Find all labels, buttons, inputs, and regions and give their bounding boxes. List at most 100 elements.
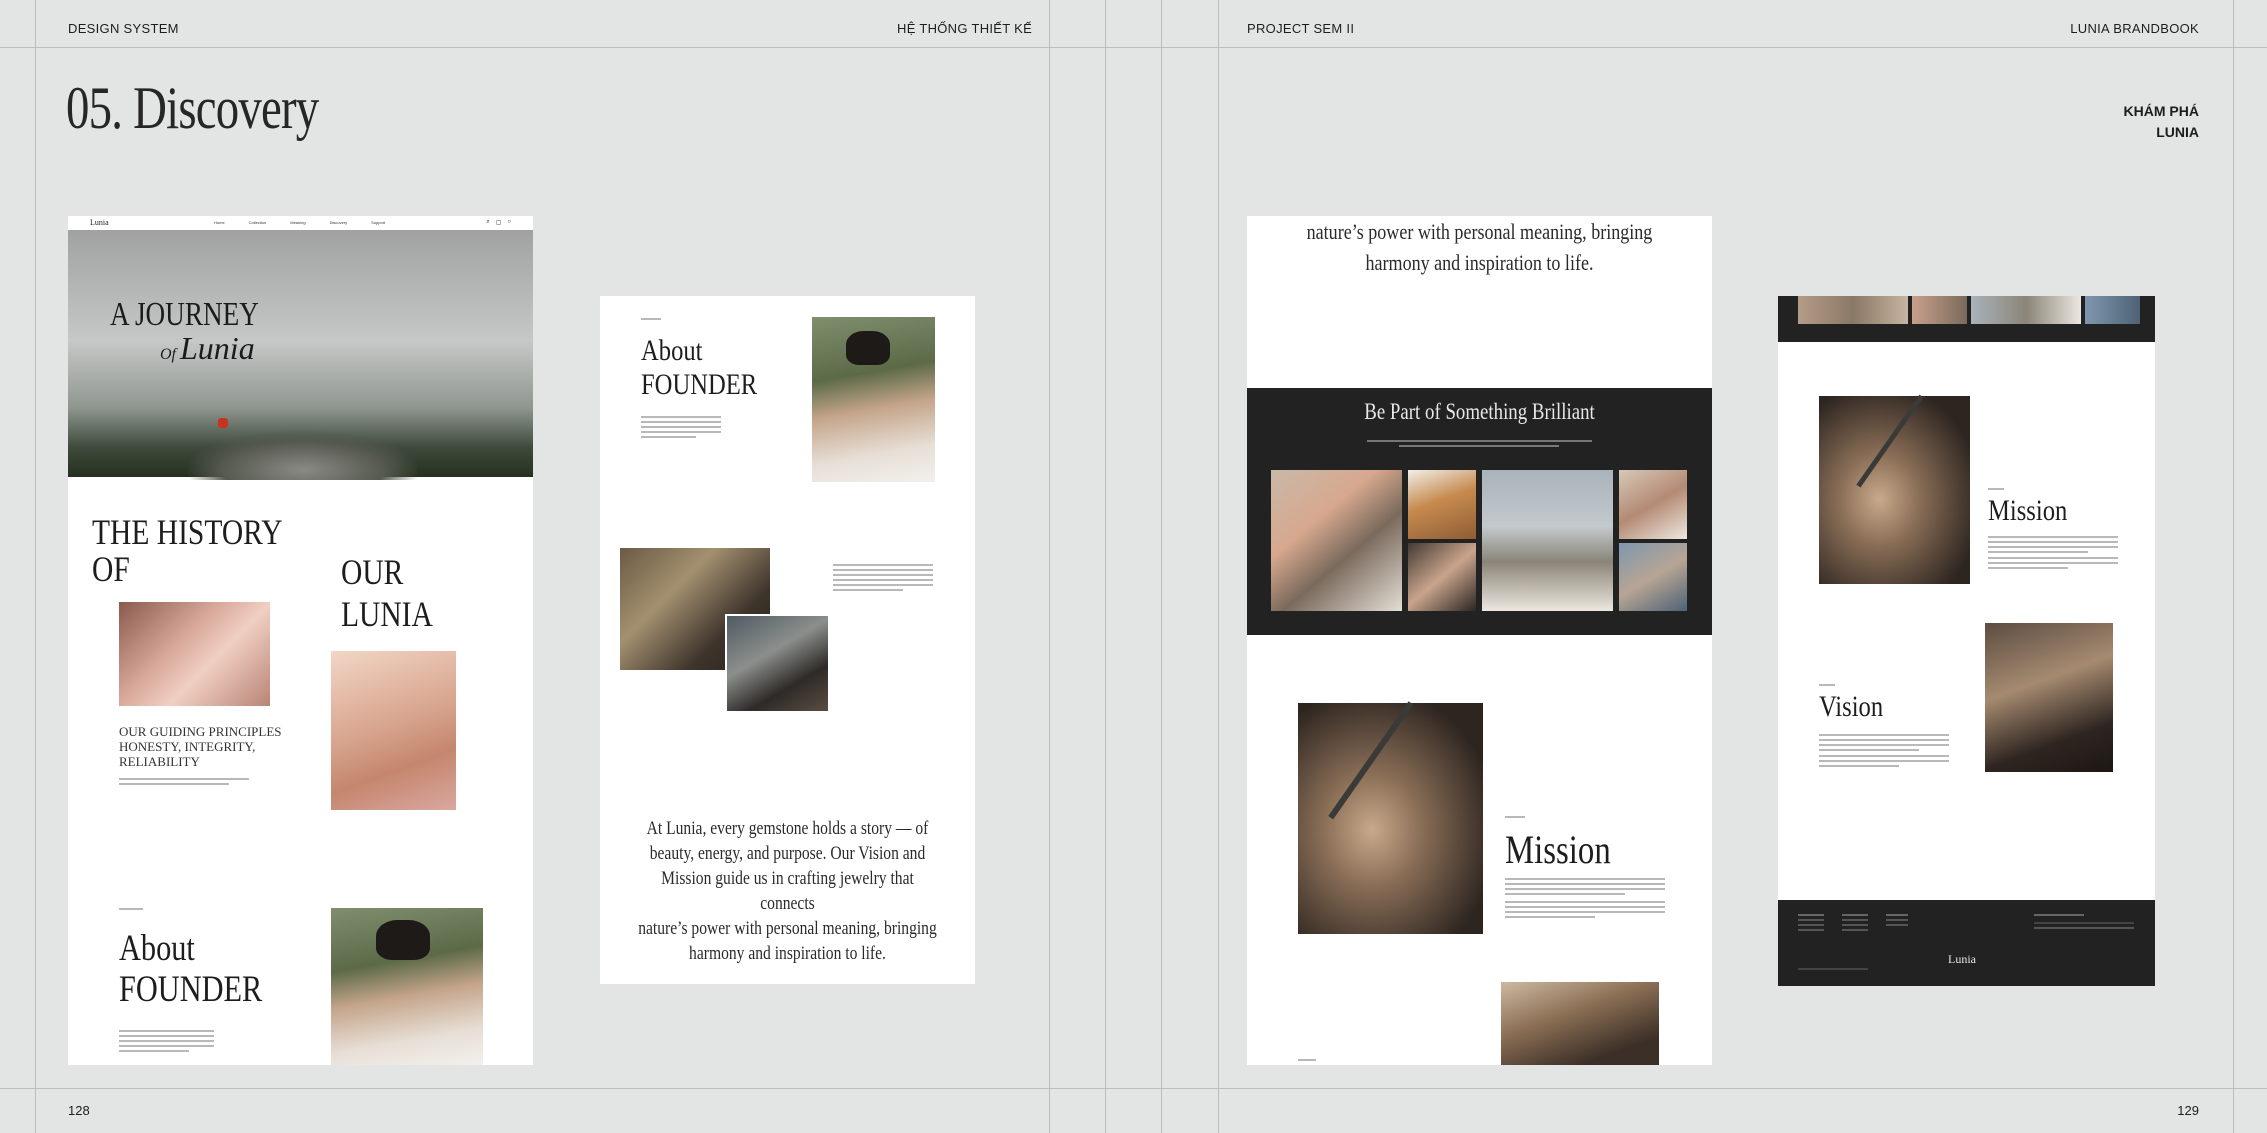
site-logo[interactable]: Lunia [90,218,109,227]
community-quote-line-1: nature’s power with personal meaning, br… [1306,219,1653,244]
search-icon[interactable]: ⌕ [486,219,489,226]
history-line-1: THE HISTORY [92,512,283,552]
subtitle-line-1: KHÁM PHÁ [2123,103,2199,119]
page-title: 05. Discovery [66,75,319,141]
subtitle-line-2: LUNIA [2156,124,2199,140]
about-quote-line-1: At Lunia, every gemstone holds a story —… [646,818,929,839]
community-quote-line-2: harmony and inspiration to life. [1365,250,1594,275]
community-band: Be Part of Something Brilliant [1247,388,1712,635]
our-lunia-heading: OUR LUNIA [341,552,433,634]
nav-links: Home Collection Meaning Discovery Suppor… [214,220,385,225]
mission-heading: Mission [1505,827,1611,872]
founder-line-2: FOUNDER [119,969,263,1010]
about-eyebrow [641,318,661,323]
founder-line-1: About [119,928,195,969]
hero-lunia: Lunia [180,330,255,366]
machine-photo [1501,982,1659,1065]
left-header-right-label: HỆ THỐNG THIẾT KẾ [897,21,1033,36]
strip-photo-4 [2085,296,2140,324]
mission-eyebrow [1505,816,1525,821]
footer-newsletter [2034,914,2134,932]
nav-home[interactable]: Home [214,220,225,225]
nav-icons: ⌕ ▢ ○ [486,219,511,226]
bag-icon[interactable]: ▢ [496,219,502,226]
necklace-photo [331,651,456,810]
nav-collection[interactable]: Collection [249,220,267,225]
nav-meaning[interactable]: Meaning [290,220,305,225]
about-line-2: FOUNDER [641,368,758,401]
right-page-number: 129 [2177,1103,2199,1118]
couple-kiss-photo [1271,470,1402,611]
nav-support[interactable]: Support [371,220,385,225]
founder-hair [376,920,430,960]
about-quote-line-5: harmony and inspiration to life. [689,943,886,964]
header-rule [0,47,2267,48]
gutter-line-2 [1105,0,1106,1133]
footer-logo[interactable]: Lunia [1948,952,1976,967]
m4-mission-heading: Mission [1988,494,2068,527]
about-line-1: About [641,334,703,367]
nav-discovery[interactable]: Discovery [330,220,348,225]
margin-line-right [2233,0,2234,1133]
principles-heading: OUR GUIDING PRINCIPLES HONESTY, INTEGRIT… [119,724,282,769]
mission-tool [1856,394,1924,488]
nav-bar: Lunia Home Collection Meaning Discovery … [68,216,533,230]
founder-photo [331,908,483,1065]
top-strip [1778,296,2155,342]
vision-eyebrow [1298,1059,1316,1064]
principles-line-2: HONESTY, INTEGRITY, [119,739,256,754]
site-footer: Lunia [1778,900,2155,986]
m4-vision-eyebrow [1819,684,1835,689]
user-icon[interactable]: ○ [507,219,511,226]
hero-line-1: A JOURNEY [110,296,259,333]
principles-body [119,778,249,788]
city-couple-photo [1482,470,1613,611]
m4-mission-body [1988,536,2118,572]
about-founder-hair [846,331,890,365]
community-band-title: Be Part of Something Brilliant [1364,399,1595,424]
right-header-label: PROJECT SEM II [1247,21,1355,36]
m4-mission-eyebrow [1988,488,2004,493]
mockup-about: About FOUNDER At Lunia, every gemstone h… [600,296,975,984]
hero-of: Of [160,346,176,363]
mockup-mission-vision: Mission Vision Lunia [1778,296,2155,986]
principles-line-3: RELIABILITY [119,754,200,769]
footer-col-2 [1842,914,1868,934]
about-quote: At Lunia, every gemstone holds a story —… [600,816,975,966]
about-founder-photo [812,317,935,482]
margin-line-left [35,0,36,1133]
footer-col-1 [1798,914,1824,934]
history-line-2: OF [92,549,130,589]
community-quote: nature’s power with personal meaning, br… [1247,216,1712,278]
polishing-tool [1328,701,1414,820]
hero-rock [188,430,418,480]
footer-col-3 [1886,914,1908,929]
hero-image: A JOURNEY Of Lunia [68,230,533,480]
hands-small-photo [1619,543,1687,611]
left-header-label: DESIGN SYSTEM [68,21,179,36]
founder-eyebrow [119,908,143,913]
about-quote-line-3: Mission guide us in crafting jewelry tha… [661,868,914,914]
polishing-wheel-photo [1298,701,1483,934]
founder-body [119,1030,214,1055]
founder-heading: About FOUNDER [119,928,262,1010]
mockup-homepage: Lunia Home Collection Meaning Discovery … [68,216,533,1065]
about-heading: About FOUNDER [641,334,757,402]
hero-figure [218,418,228,428]
gutter-line-3 [1161,0,1162,1133]
mission-body [1505,878,1665,921]
hero-title: A JOURNEY Of Lunia [110,296,296,367]
history-heading: THE HISTORY OF [92,514,283,588]
left-page-number: 128 [68,1103,90,1118]
strip-photo-1 [1798,296,1908,324]
hand-ring-photo [119,602,270,706]
jeweler-photo [725,614,828,711]
couple-small-photo [1619,470,1687,539]
page-subtitle: KHÁM PHÁ LUNIA [2124,101,2199,143]
right-header-right-label: LUNIA BRANDBOOK [2070,21,2199,36]
dog-photo [1408,470,1476,539]
about-body [641,416,721,441]
m4-vision-body [1819,734,1949,770]
gutter-line-4 [1218,0,1219,1133]
community-band-body [1367,440,1592,450]
